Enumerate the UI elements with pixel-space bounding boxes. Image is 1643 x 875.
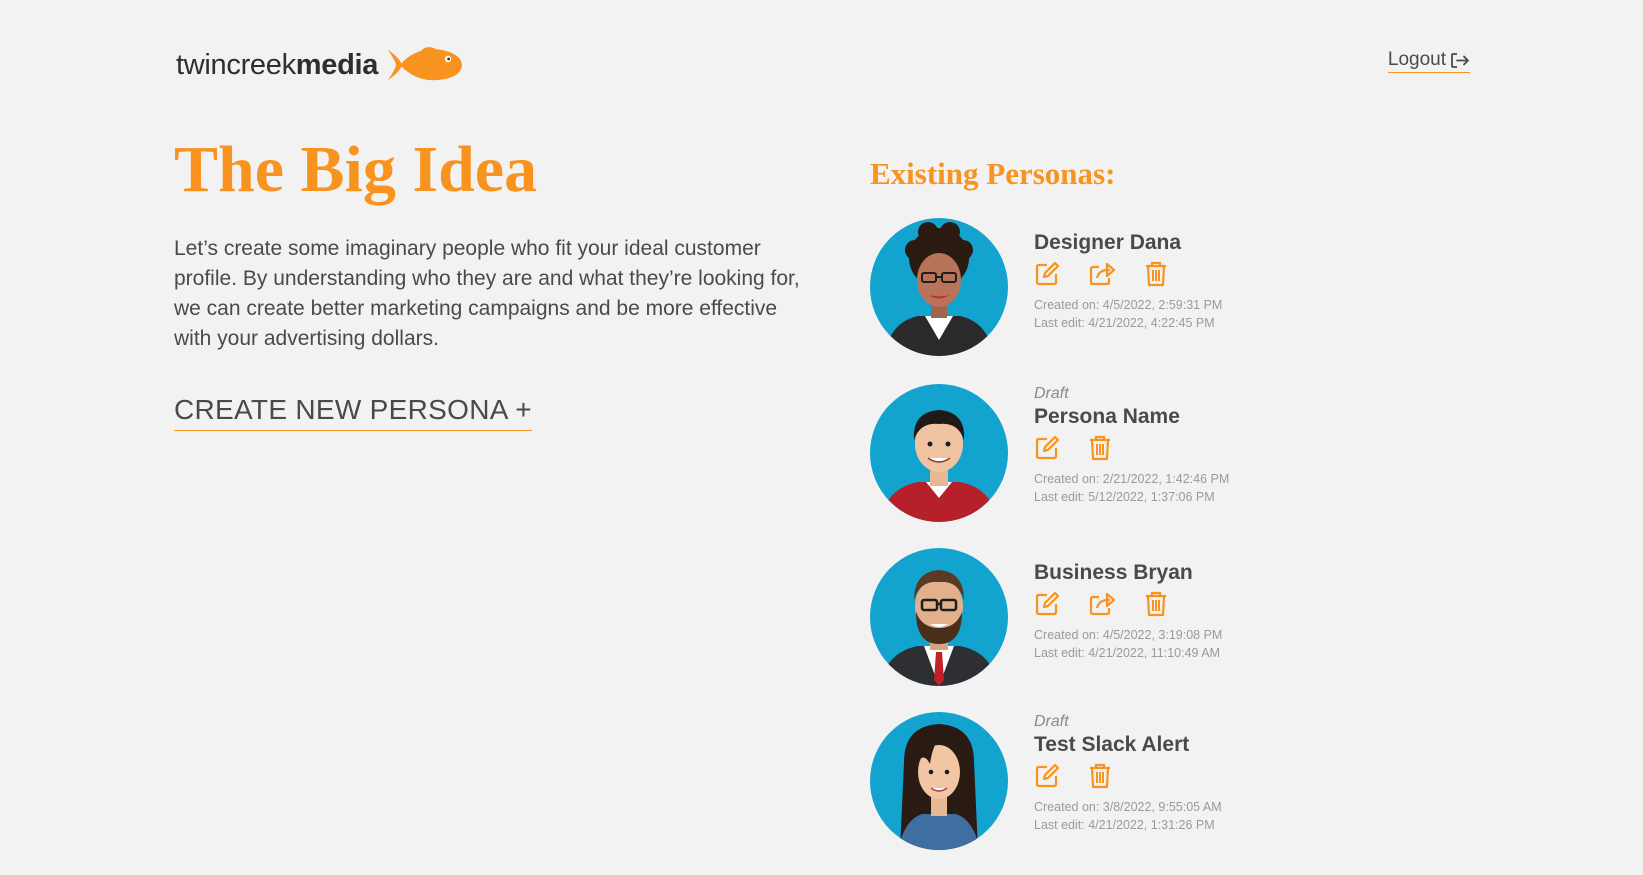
persona-card: Draft Test Slack Alert Created on: 3/8/2…: [870, 712, 1390, 852]
section-title: Existing Personas:: [870, 156, 1116, 191]
share-icon[interactable]: [1088, 261, 1116, 292]
page-title: The Big Idea: [174, 133, 538, 206]
persona-card: Designer Dana Created on: 4/5/2022, 2:59…: [870, 218, 1390, 358]
edit-icon[interactable]: [1034, 261, 1060, 292]
edit-icon[interactable]: [1034, 591, 1060, 622]
trash-icon[interactable]: [1088, 763, 1112, 794]
created-date: Created on: 3/8/2022, 9:55:05 AM: [1034, 800, 1222, 814]
bearded-man-avatar-icon: [880, 570, 998, 686]
persona-card: Business Bryan Created on: 4/5/2022, 3:1…: [870, 548, 1390, 688]
fish-logo-icon: [388, 47, 463, 81]
last-edit-date: Last edit: 4/21/2022, 4:22:45 PM: [1034, 316, 1215, 330]
persona-name[interactable]: Designer Dana: [1034, 230, 1222, 256]
persona-card: Draft Persona Name Created on: 2/21/2022…: [870, 384, 1390, 524]
persona-avatar[interactable]: [870, 712, 1008, 850]
create-persona-button[interactable]: CREATE NEW PERSONA +: [174, 394, 532, 431]
personas-section: Existing Personas: Designer Dana Created…: [870, 154, 1390, 850]
persona-avatar[interactable]: [870, 548, 1008, 686]
woman-avatar-icon: [884, 222, 994, 356]
created-date: Created on: 4/5/2022, 2:59:31 PM: [1034, 298, 1223, 312]
created-date: Created on: 4/5/2022, 3:19:08 PM: [1034, 628, 1223, 642]
trash-icon[interactable]: [1088, 435, 1112, 466]
last-edit-date: Last edit: 5/12/2022, 1:37:06 PM: [1034, 490, 1215, 504]
persona-name[interactable]: Business Bryan: [1034, 560, 1222, 586]
draft-label: Draft: [1034, 713, 1069, 730]
intro-section: The Big Idea Let’s create some imaginary…: [174, 130, 814, 431]
logo-wordmark: twincreekmedia: [176, 48, 379, 81]
share-icon[interactable]: [1088, 591, 1116, 622]
last-edit-date: Last edit: 4/21/2022, 1:31:26 PM: [1034, 818, 1215, 832]
created-date: Created on: 2/21/2022, 1:42:46 PM: [1034, 472, 1230, 486]
persona-avatar[interactable]: [870, 218, 1008, 356]
intro-paragraph: Let’s create some imaginary people who f…: [174, 237, 800, 350]
trash-icon[interactable]: [1144, 261, 1168, 292]
persona-name[interactable]: Persona Name: [1034, 404, 1229, 430]
edit-icon[interactable]: [1034, 763, 1060, 794]
man-avatar-icon: [880, 410, 998, 522]
logout-icon: [1451, 52, 1469, 68]
last-edit-date: Last edit: 4/21/2022, 11:10:49 AM: [1034, 646, 1221, 660]
trash-icon[interactable]: [1144, 591, 1168, 622]
persona-name[interactable]: Test Slack Alert: [1034, 732, 1222, 758]
logout-link[interactable]: Logout: [1387, 49, 1470, 73]
long-hair-woman-avatar-icon: [898, 724, 980, 850]
persona-avatar[interactable]: [870, 384, 1008, 522]
draft-label: Draft: [1034, 385, 1069, 402]
edit-icon[interactable]: [1034, 435, 1060, 466]
brand-logo: twincreekmedia: [176, 46, 464, 84]
logout-label: Logout: [1387, 49, 1446, 70]
